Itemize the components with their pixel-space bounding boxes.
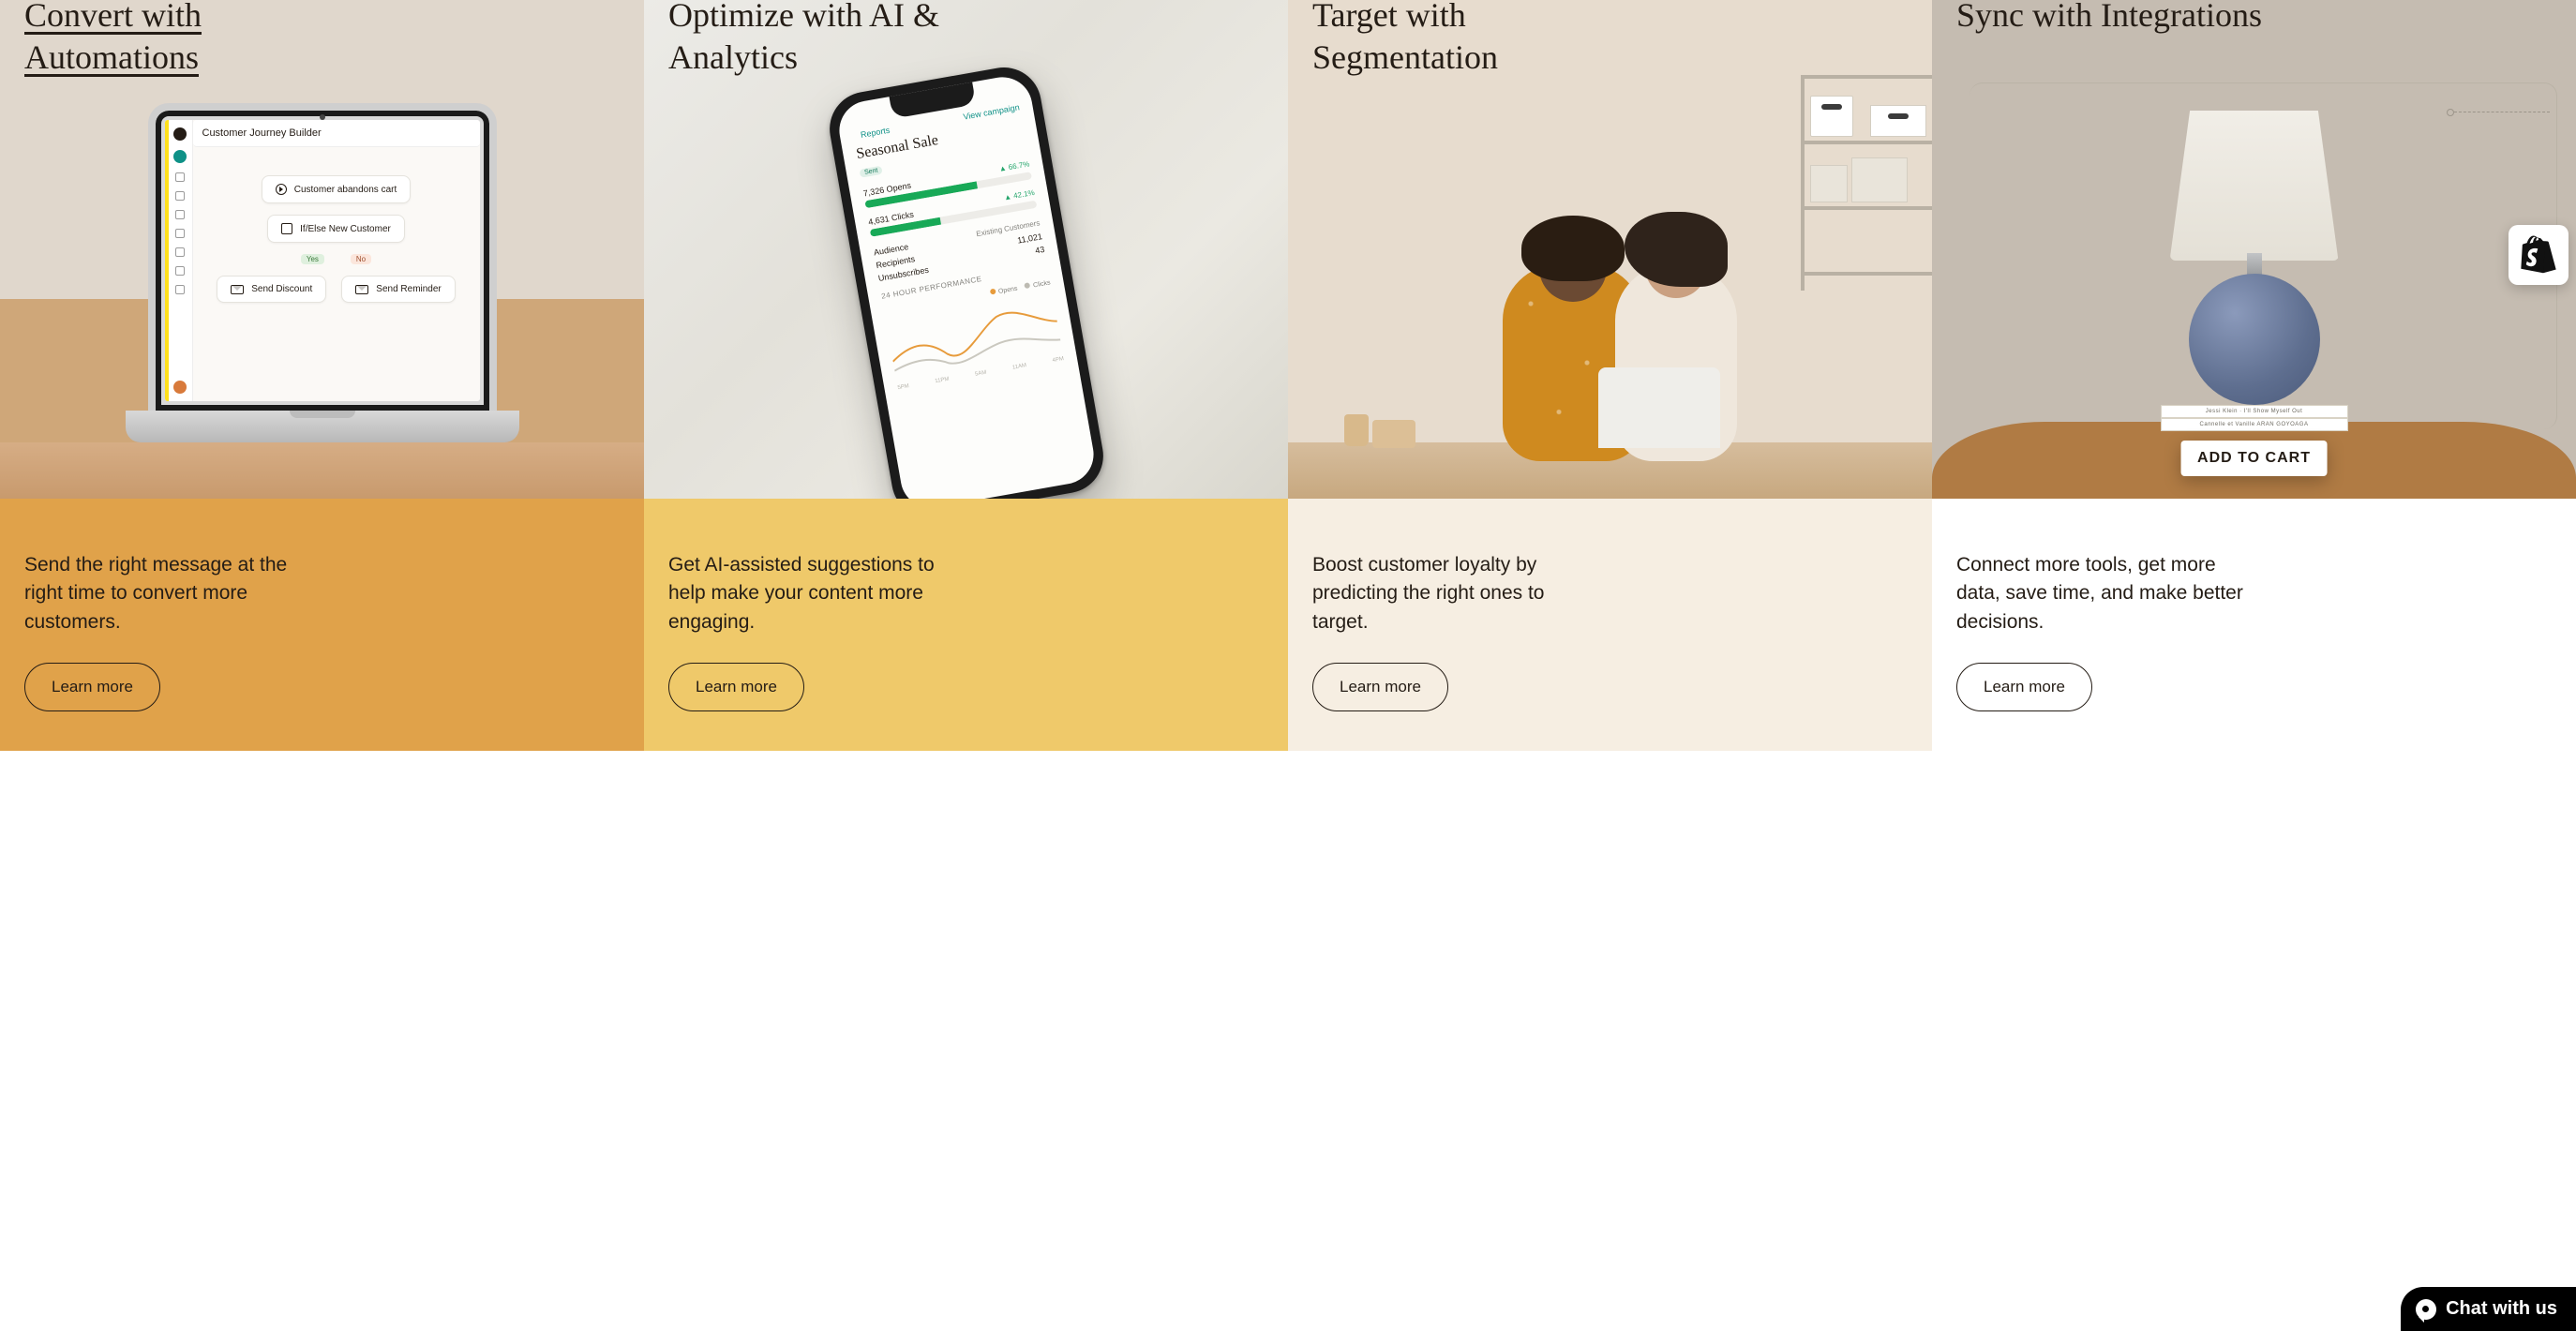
journey-node-left-label: Send Discount <box>251 284 312 294</box>
laptop-illustration: Customer Journey Builder Customer abando… <box>0 103 644 499</box>
desk-surface <box>0 442 644 499</box>
storage-box-icon <box>1870 105 1926 137</box>
sidebar-icon <box>175 247 185 257</box>
journey-sidebar <box>169 120 193 401</box>
journey-node-send-discount: Send Discount <box>217 276 326 303</box>
integrations-illustration: Jessi Klein · I'll Show Myself Out Canne… <box>1932 0 2576 499</box>
book-stack-icon: Jessi Klein · I'll Show Myself Out Canne… <box>2161 405 2348 431</box>
learn-more-button-analytics[interactable]: Learn more <box>668 663 804 711</box>
feature-card-bottom: Boost customer loyalty by predicting the… <box>1288 499 1932 751</box>
sidebar-icon-active <box>173 150 187 163</box>
chat-with-us-button[interactable]: Chat with us <box>2401 1287 2576 1331</box>
journey-node-condition-label: If/Else New Customer <box>300 224 391 234</box>
feature-card-bottom: Get AI-assisted suggestions to help make… <box>644 499 1288 751</box>
phone-screen: Reports View campaign Seasonal Sale Sent… <box>834 72 1098 499</box>
mailchimp-logo-icon <box>173 127 187 141</box>
mail-icon <box>231 285 244 294</box>
feature-title-integrations[interactable]: Sync with Integrations <box>1956 0 2266 37</box>
segmentation-illustration <box>1288 75 1932 499</box>
yes-no-chips: Yes No <box>301 254 371 264</box>
phone-illustration: Reports View campaign Seasonal Sale Sent… <box>823 62 1108 499</box>
laptop-screen: Customer Journey Builder Customer abando… <box>148 103 497 411</box>
feature-card-integrations: Sync with Integrations Jessi Klein · I'l… <box>1932 0 2576 751</box>
journey-node-condition: If/Else New Customer <box>267 215 405 243</box>
phone-frame: Reports View campaign Seasonal Sale Sent… <box>823 62 1108 499</box>
chat-bubble-icon <box>2416 1299 2436 1320</box>
journey-app-title: Customer Journey Builder <box>193 120 480 147</box>
sidebar-icon <box>175 285 185 294</box>
feature-title-automations[interactable]: Convert with Automations <box>24 0 334 79</box>
feature-card-automations: Convert with Automations <box>0 0 644 751</box>
laptop-icon <box>1598 367 1720 448</box>
anchor-handle-icon <box>2447 109 2454 116</box>
avatar <box>173 381 187 394</box>
sidebar-icon <box>175 210 185 219</box>
feature-description-automations: Send the right message at the right time… <box>24 551 315 636</box>
lamp-shade-icon <box>2170 111 2339 261</box>
book-spine: Jessi Klein · I'll Show Myself Out <box>2161 405 2348 418</box>
journey-node-send-reminder: Send Reminder <box>341 276 455 303</box>
sidebar-icon <box>175 191 185 201</box>
pencil-cup-icon <box>1344 414 1369 446</box>
chat-label: Chat with us <box>2446 1298 2557 1320</box>
journey-node-start: Customer abandons cart <box>262 175 412 203</box>
learn-more-button-segmentation[interactable]: Learn more <box>1312 663 1448 711</box>
feature-card-segmentation: Target with Segmentation Boost customer … <box>1288 0 1932 751</box>
unsubs-value: 43 <box>1034 245 1045 256</box>
feature-card-analytics: Optimize with AI & Analytics Reports Vie… <box>644 0 1288 751</box>
feature-card-top: Optimize with AI & Analytics Reports Vie… <box>644 0 1288 499</box>
sidebar-icon <box>175 229 185 238</box>
learn-more-button-integrations[interactable]: Learn more <box>1956 663 2092 711</box>
play-icon <box>276 184 287 195</box>
feature-description-segmentation: Boost customer loyalty by predicting the… <box>1312 551 1603 636</box>
desk-tray-icon <box>1372 420 1415 448</box>
book-spine: Cannelle et Vanille ARAN GOYOAGA <box>2161 418 2348 431</box>
chip-no: No <box>351 254 371 264</box>
journey-node-right-label: Send Reminder <box>376 284 441 294</box>
sidebar-icon <box>175 172 185 182</box>
feature-grid: Convert with Automations <box>0 0 2576 751</box>
feature-description-analytics: Get AI-assisted suggestions to help make… <box>668 551 959 636</box>
learn-more-button-automations[interactable]: Learn more <box>24 663 160 711</box>
laptop-base <box>126 411 519 442</box>
storage-box-icon <box>1810 96 1853 137</box>
feature-card-top: Target with Segmentation <box>1288 0 1932 499</box>
feature-title-analytics[interactable]: Optimize with AI & Analytics <box>668 0 978 79</box>
feature-card-bottom: Connect more tools, get more data, save … <box>1932 499 2576 751</box>
feature-description-integrations: Connect more tools, get more data, save … <box>1956 551 2247 636</box>
feature-card-top: Sync with Integrations Jessi Klein · I'l… <box>1932 0 2576 499</box>
lamp-base-icon <box>2189 274 2320 405</box>
branch-icon <box>281 223 292 234</box>
chip-yes: Yes <box>301 254 324 264</box>
add-to-cart-button[interactable]: ADD TO CART <box>2180 441 2328 476</box>
feature-card-bottom: Send the right message at the right time… <box>0 499 644 751</box>
sidebar-icon <box>175 266 185 276</box>
shopify-integration-icon <box>2509 225 2569 285</box>
status-badge: Sent <box>859 166 883 178</box>
reports-link: Reports <box>852 126 891 142</box>
feature-title-segmentation[interactable]: Target with Segmentation <box>1312 0 1622 79</box>
journey-node-start-label: Customer abandons cart <box>294 185 397 195</box>
recipients-value: 11,021 <box>1016 232 1042 246</box>
journey-panel: Customer Journey Builder Customer abando… <box>193 120 480 401</box>
feature-card-top: Convert with Automations <box>0 0 644 499</box>
mail-icon <box>355 285 368 294</box>
